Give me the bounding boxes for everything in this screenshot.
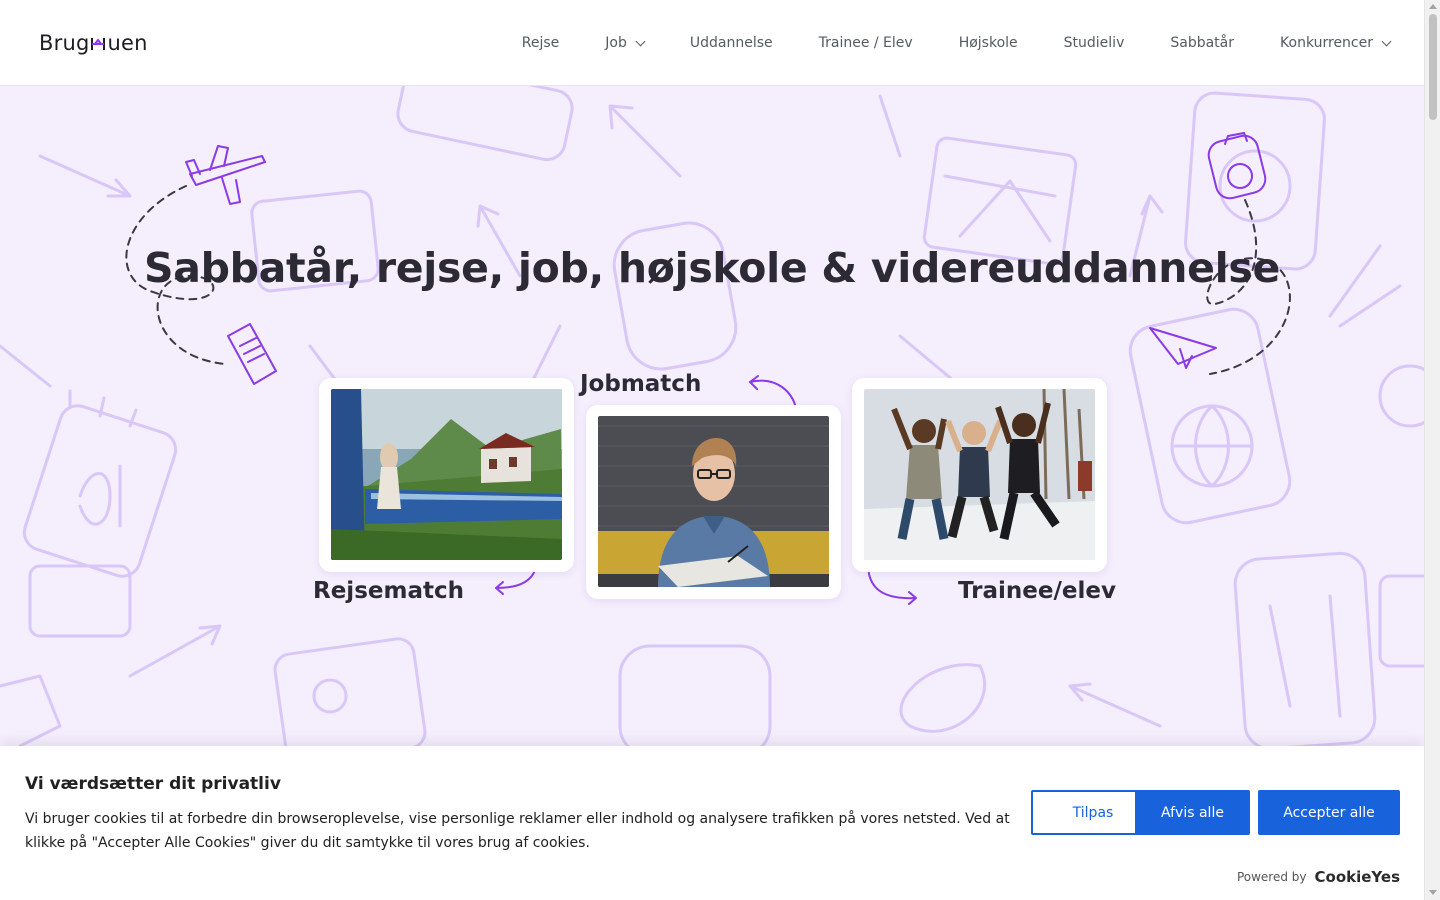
nav-item-studieliv[interactable]: Studieliv (1041, 35, 1148, 51)
hero-title: Sabbatår, rejse, job, højskole & videreu… (143, 244, 1280, 292)
powered-by-text: Powered by (1236, 870, 1307, 884)
nav-item-label: Trainee / Elev (818, 35, 913, 51)
cookie-description: Vi bruger cookies til at forbedre din br… (25, 811, 1010, 851)
reject-all-button[interactable]: Afvis alle (1135, 790, 1250, 835)
chevron-down-icon (635, 36, 646, 46)
nav-item-hojskole[interactable]: Højskole (936, 35, 1041, 51)
logo-text-right: uen (107, 31, 148, 55)
nav-item-uddannelse[interactable]: Uddannelse (667, 35, 796, 51)
nav-item-label: Studieliv (1063, 35, 1125, 51)
nav-item-label: Sabbatår (1170, 35, 1235, 51)
scroll-up-arrow-icon[interactable] (1429, 4, 1437, 9)
powered-by[interactable]: Powered by CookieYes (1237, 868, 1400, 886)
nav-item-sabbatar[interactable]: Sabbatår (1147, 35, 1257, 51)
accept-all-button[interactable]: Accepter alle (1258, 790, 1400, 835)
nav-item-label: Højskole (958, 35, 1018, 51)
train-travel-photo (331, 389, 562, 560)
logo-mark-icon (90, 34, 106, 52)
card-rejsematch[interactable] (319, 378, 574, 572)
card-label-rejsematch[interactable]: Rejsematch (313, 578, 464, 604)
nav-item-konkurrencer[interactable]: Konkurrencer (1257, 35, 1392, 51)
nav-item-label: Rejse (521, 35, 560, 51)
hero-section: Sabbatår, rejse, job, højskole & videreu… (0, 86, 1424, 746)
scroll-thumb[interactable] (1429, 14, 1437, 120)
nav-item-trainee-elev[interactable]: Trainee / Elev (796, 35, 936, 51)
main-nav: Rejse Job Uddannelse Trainee / Elev Højs… (499, 0, 1392, 86)
friends-jumping-photo (864, 389, 1095, 560)
cookie-banner: Vi værdsætter dit privatliv Vi bruger co… (0, 746, 1424, 900)
cookie-title: Vi værdsætter dit privatliv (25, 774, 281, 794)
card-jobmatch[interactable] (586, 405, 841, 599)
logo-text-left: Brug (39, 31, 90, 55)
nav-item-label: Konkurrencer (1280, 35, 1373, 51)
cookieyes-logo: CookieYes (1314, 868, 1401, 886)
site-header: Brug uen Rejse Job Uddannelse Trainee / … (0, 0, 1424, 86)
card-label-trainee-elev[interactable]: Trainee/elev (958, 578, 1116, 604)
nav-item-label: Uddannelse (689, 35, 773, 51)
site-logo[interactable]: Brug uen (39, 30, 148, 56)
card-label-jobmatch[interactable]: Jobmatch (580, 371, 701, 397)
nav-item-job[interactable]: Job (582, 35, 667, 51)
scroll-down-arrow-icon[interactable] (1429, 890, 1437, 895)
nav-item-label: Job (605, 35, 627, 51)
nav-item-rejse[interactable]: Rejse (499, 35, 583, 51)
man-writing-photo (598, 416, 829, 587)
page-scrollbar[interactable] (1424, 0, 1440, 900)
card-trainee-elev[interactable] (852, 378, 1107, 572)
chevron-down-icon (1381, 36, 1392, 46)
